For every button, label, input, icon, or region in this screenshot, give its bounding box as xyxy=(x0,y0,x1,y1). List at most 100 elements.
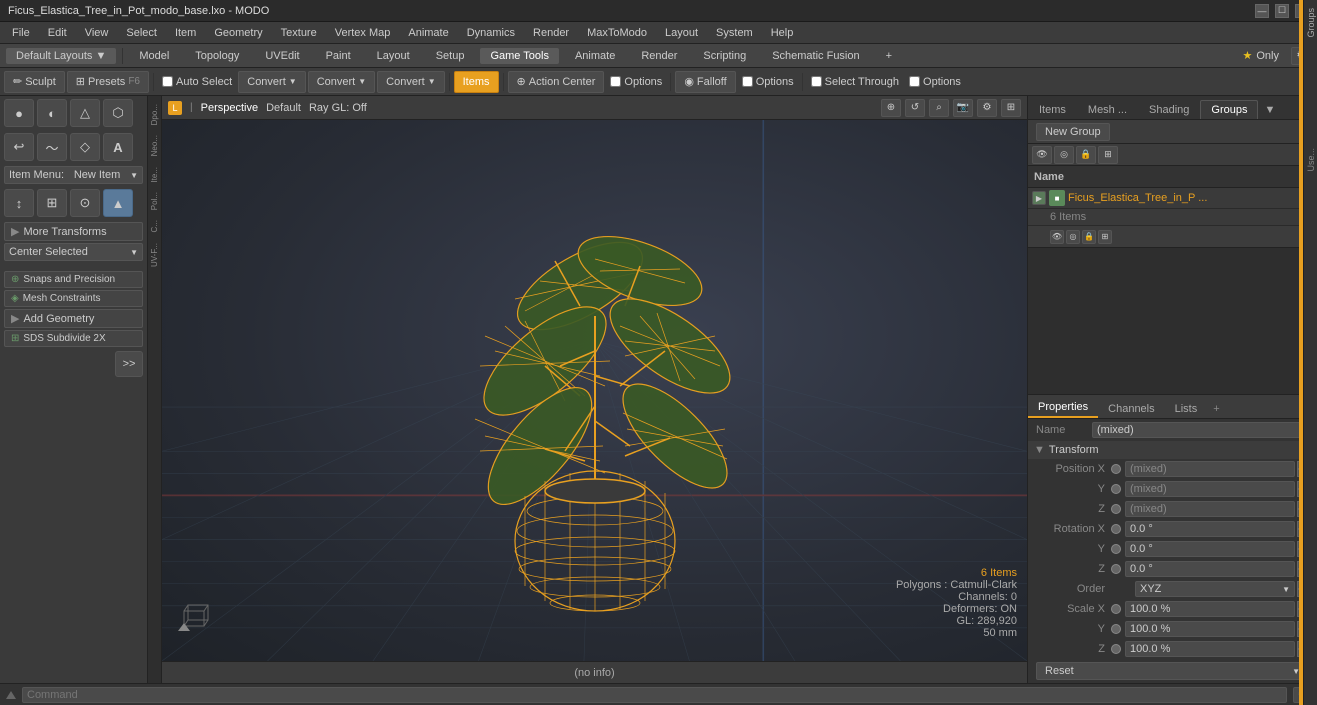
sphere-tool[interactable]: ● xyxy=(4,99,34,127)
menu-view[interactable]: View xyxy=(77,25,117,41)
tab-model[interactable]: Model xyxy=(129,48,179,64)
text-tool[interactable]: A xyxy=(103,133,133,161)
select-through-checkbox[interactable] xyxy=(811,76,822,87)
prop-name-input[interactable] xyxy=(1092,422,1309,438)
center-selected-dropdown[interactable]: Center Selected ▼ xyxy=(4,243,143,261)
options2-checkbox[interactable] xyxy=(742,76,753,87)
vert-tab-ite[interactable]: Ite... xyxy=(149,163,160,187)
rp-merge-icon[interactable]: ⊞ xyxy=(1098,146,1118,164)
vp-settings-icon[interactable]: ⚙ xyxy=(977,99,997,117)
menu-dynamics[interactable]: Dynamics xyxy=(459,25,523,41)
tab-schematic[interactable]: Schematic Fusion xyxy=(762,48,869,64)
rp-item-merge[interactable]: ⊞ xyxy=(1098,230,1112,244)
menu-vertex-map[interactable]: Vertex Map xyxy=(327,25,399,41)
prop-rotation-y-input[interactable] xyxy=(1125,541,1295,557)
diamond-tool[interactable]: ◇ xyxy=(70,133,100,161)
rp-render-icon[interactable]: ◎ xyxy=(1054,146,1074,164)
prop-rot-z-dot[interactable] xyxy=(1111,564,1121,574)
menu-layout[interactable]: Layout xyxy=(657,25,706,41)
tab-animate[interactable]: Animate xyxy=(565,48,625,64)
prop-pos-x-dot[interactable] xyxy=(1111,464,1121,474)
tab-topology[interactable]: Topology xyxy=(185,48,249,64)
grid-tool[interactable]: ⊞ xyxy=(37,189,67,217)
viewport-3d[interactable]: .leaf { fill: #3a5a25; stroke: #e8a020; … xyxy=(162,120,1027,661)
prop-scale-z-dot[interactable] xyxy=(1111,644,1121,654)
command-input[interactable] xyxy=(22,687,1287,703)
rp-tab-shading[interactable]: Shading xyxy=(1138,100,1200,119)
rp-tab-groups[interactable]: Groups xyxy=(1200,100,1258,119)
presets-button[interactable]: ⊞ Presets F6 xyxy=(67,71,149,93)
rp-item-eye[interactable]: 👁 xyxy=(1050,230,1064,244)
prop-rot-y-dot[interactable] xyxy=(1111,544,1121,554)
rp-tab-mesh[interactable]: Mesh ... xyxy=(1077,100,1138,119)
mesh-constraints-btn[interactable]: ◈ Mesh Constraints xyxy=(4,290,143,307)
prop-rotation-z-input[interactable] xyxy=(1125,561,1295,577)
vp-camera-icon[interactable]: 📷 xyxy=(953,99,973,117)
action-center-button[interactable]: ⊕ Action Center xyxy=(508,71,605,93)
prop-order-dropdown[interactable]: XYZ ▼ xyxy=(1135,581,1295,597)
expand-button[interactable]: >> xyxy=(115,351,143,377)
tab-paint[interactable]: Paint xyxy=(316,48,361,64)
rp-item-lock[interactable]: 🔒 xyxy=(1082,230,1096,244)
rp-tab-items[interactable]: Items xyxy=(1028,100,1077,119)
wave-tool[interactable]: 〜 xyxy=(37,133,67,161)
rp-item-row[interactable]: ▶ ■ Ficus_Elastica_Tree_in_P ... xyxy=(1028,188,1317,209)
rp-prop-tab-lists[interactable]: Lists xyxy=(1165,400,1208,418)
snaps-precision-btn[interactable]: ⊕ Snaps and Precision xyxy=(4,271,143,288)
vp-zoom-icon[interactable]: ⌕ xyxy=(929,99,949,117)
prop-scale-z-input[interactable] xyxy=(1125,641,1295,657)
prop-rot-x-dot[interactable] xyxy=(1111,524,1121,534)
tab-uvedit[interactable]: UVEdit xyxy=(255,48,309,64)
convert2-button[interactable]: Convert ▼ xyxy=(308,71,375,93)
sds-subdivide-btn[interactable]: ⊞ SDS Subdivide 2X xyxy=(4,330,143,347)
hex-tool[interactable]: ⬡ xyxy=(103,99,133,127)
rp-eye-icon[interactable]: 👁 xyxy=(1032,146,1052,164)
menu-system[interactable]: System xyxy=(708,25,761,41)
add-geometry-btn[interactable]: ▶ Add Geometry xyxy=(4,309,143,328)
prop-scale-x-input[interactable] xyxy=(1125,601,1295,617)
move-tool[interactable]: ↕ xyxy=(4,189,34,217)
default-label[interactable]: Default xyxy=(266,102,301,114)
menu-file[interactable]: File xyxy=(4,25,38,41)
rp-prop-tab-channels[interactable]: Channels xyxy=(1098,400,1164,418)
vp-nav-icon[interactable]: ⊕ xyxy=(881,99,901,117)
pivot-tool[interactable]: ▲ xyxy=(103,189,133,217)
layout-default-button[interactable]: Default Layouts ▼ xyxy=(6,48,116,64)
tab-layout[interactable]: Layout xyxy=(367,48,420,64)
vert-tab-c[interactable]: C... xyxy=(149,216,160,236)
options1-checkbox[interactable] xyxy=(610,76,621,87)
options3-checkbox[interactable] xyxy=(909,76,920,87)
auto-select-checkbox[interactable] xyxy=(162,76,173,87)
prop-rotation-x-input[interactable] xyxy=(1125,521,1295,537)
rp-strip-groups[interactable]: Groups xyxy=(1304,4,1317,42)
menu-geometry[interactable]: Geometry xyxy=(206,25,270,41)
convert3-button[interactable]: Convert ▼ xyxy=(377,71,444,93)
new-group-button[interactable]: New Group xyxy=(1036,123,1110,141)
vert-tab-dpo[interactable]: Dpo... xyxy=(149,100,160,129)
menu-select[interactable]: Select xyxy=(118,25,165,41)
tri-tool[interactable]: △ xyxy=(70,99,100,127)
half-tool[interactable]: ◐ xyxy=(37,99,67,127)
more-transforms-btn[interactable]: ▶ More Transforms xyxy=(4,222,143,241)
falloff-button[interactable]: ◉ Falloff xyxy=(675,71,735,93)
items-button[interactable]: Items xyxy=(454,71,499,93)
menu-render[interactable]: Render xyxy=(525,25,577,41)
prop-scale-y-dot[interactable] xyxy=(1111,624,1121,634)
vp-expand-icon[interactable]: ⊞ xyxy=(1001,99,1021,117)
tab-setup[interactable]: Setup xyxy=(426,48,475,64)
rp-tab-more[interactable]: ▼ xyxy=(1258,101,1281,119)
rp-lock-icon[interactable]: 🔒 xyxy=(1076,146,1096,164)
minimize-button[interactable]: — xyxy=(1255,4,1269,18)
vp-rotate-icon[interactable]: ↺ xyxy=(905,99,925,117)
prop-position-x-input[interactable] xyxy=(1125,461,1295,477)
vert-tab-neo[interactable]: Neo... xyxy=(149,131,160,160)
rp-item-expand[interactable]: ▶ xyxy=(1032,191,1046,205)
reset-button[interactable]: Reset ▼ xyxy=(1036,662,1309,680)
prop-pos-y-dot[interactable] xyxy=(1111,484,1121,494)
menu-texture[interactable]: Texture xyxy=(273,25,325,41)
prop-position-y-input[interactable] xyxy=(1125,481,1295,497)
menu-item[interactable]: Item xyxy=(167,25,204,41)
prop-position-z-input[interactable] xyxy=(1125,501,1295,517)
circle-tool[interactable]: ⊙ xyxy=(70,189,100,217)
menu-maxtomodo[interactable]: MaxToModo xyxy=(579,25,655,41)
